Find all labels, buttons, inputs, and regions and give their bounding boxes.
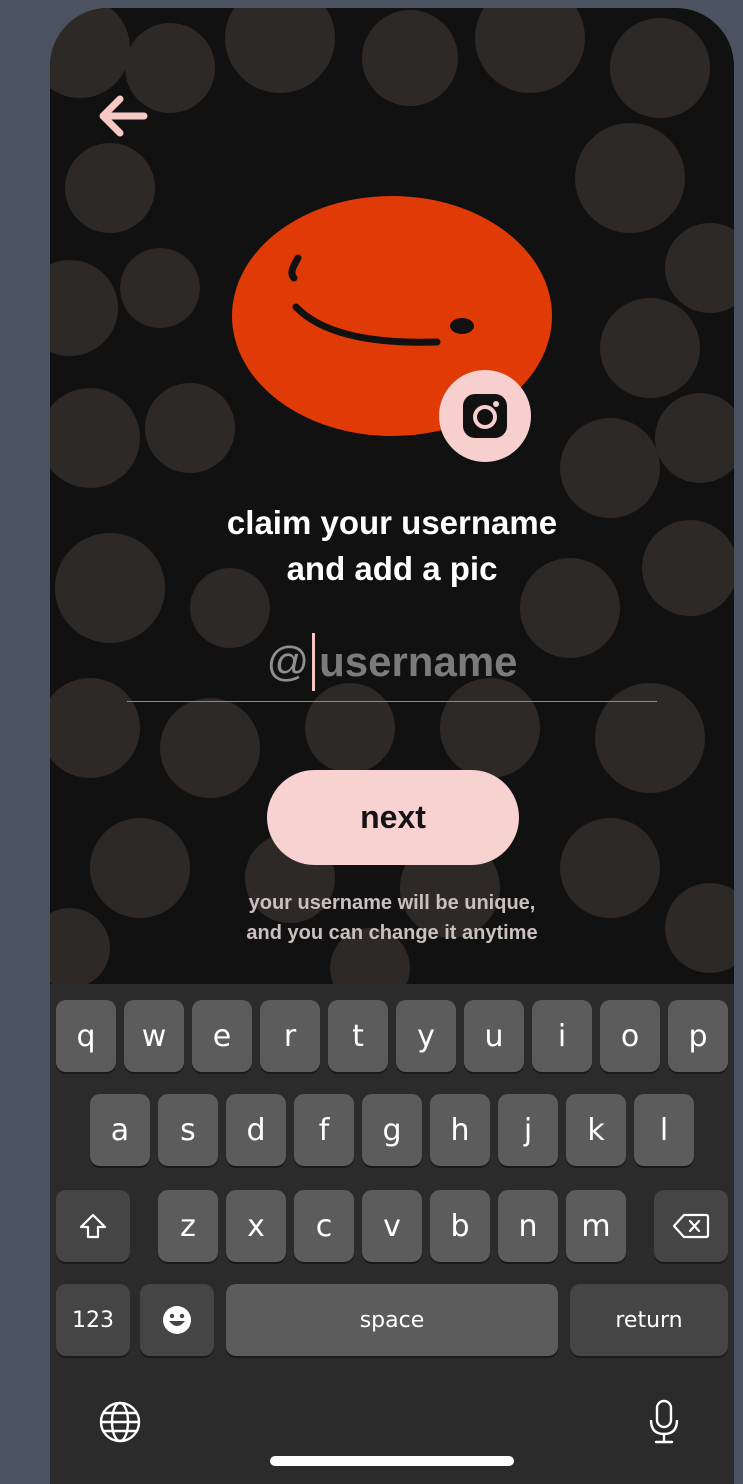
- key-y[interactable]: y: [396, 1000, 456, 1072]
- key-s[interactable]: s: [158, 1094, 218, 1166]
- key-c[interactable]: c: [294, 1190, 354, 1262]
- key-k[interactable]: k: [566, 1094, 626, 1166]
- space-key[interactable]: space: [226, 1284, 558, 1356]
- key-o[interactable]: o: [600, 1000, 660, 1072]
- key-x[interactable]: x: [226, 1190, 286, 1262]
- shift-icon: [79, 1213, 107, 1239]
- microphone-icon: [649, 1399, 679, 1444]
- username-placeholder: username: [319, 638, 518, 685]
- text-cursor: [312, 633, 316, 691]
- username-hint: your username will be unique, and you ca…: [246, 892, 538, 944]
- key-z[interactable]: z: [158, 1190, 218, 1262]
- next-button[interactable]: next: [267, 770, 519, 865]
- arrow-left-icon: [99, 95, 148, 137]
- key-t[interactable]: t: [328, 1000, 388, 1072]
- key-p[interactable]: p: [668, 1000, 728, 1072]
- key-w[interactable]: w: [124, 1000, 184, 1072]
- camera-icon: [463, 394, 507, 438]
- back-button[interactable]: [90, 88, 154, 144]
- microphone-button[interactable]: [634, 1392, 694, 1452]
- key-m[interactable]: m: [566, 1190, 626, 1262]
- at-prefix: @: [266, 638, 310, 685]
- key-a[interactable]: a: [90, 1094, 150, 1166]
- key-u[interactable]: u: [464, 1000, 524, 1072]
- key-q[interactable]: q: [56, 1000, 116, 1072]
- username-input[interactable]: @ username: [127, 623, 657, 702]
- key-r[interactable]: r: [260, 1000, 320, 1072]
- key-b[interactable]: b: [430, 1190, 490, 1262]
- key-v[interactable]: v: [362, 1190, 422, 1262]
- return-key[interactable]: return: [570, 1284, 728, 1356]
- key-f[interactable]: f: [294, 1094, 354, 1166]
- page-title: claim your username and add a pic: [226, 504, 558, 587]
- backspace-key[interactable]: [654, 1190, 728, 1262]
- globe-button[interactable]: [90, 1392, 150, 1452]
- key-i[interactable]: i: [532, 1000, 592, 1072]
- emoji-icon: [163, 1306, 191, 1334]
- key-l[interactable]: l: [634, 1094, 694, 1166]
- key-n[interactable]: n: [498, 1190, 558, 1262]
- add-photo-button[interactable]: [439, 370, 531, 462]
- numbers-key[interactable]: 123: [56, 1284, 130, 1356]
- key-g[interactable]: g: [362, 1094, 422, 1166]
- key-j[interactable]: j: [498, 1094, 558, 1166]
- backspace-icon: [672, 1213, 710, 1239]
- key-d[interactable]: d: [226, 1094, 286, 1166]
- emoji-key[interactable]: [140, 1284, 214, 1356]
- globe-icon: [99, 1401, 141, 1443]
- key-e[interactable]: e: [192, 1000, 252, 1072]
- shift-key[interactable]: [56, 1190, 130, 1262]
- phone-screen: claim your username and add a pic @ user…: [50, 8, 734, 1484]
- home-indicator: [270, 1456, 514, 1466]
- keyboard: q w e r t y u i o p a s d f g h j k l z …: [50, 984, 734, 1484]
- key-h[interactable]: h: [430, 1094, 490, 1166]
